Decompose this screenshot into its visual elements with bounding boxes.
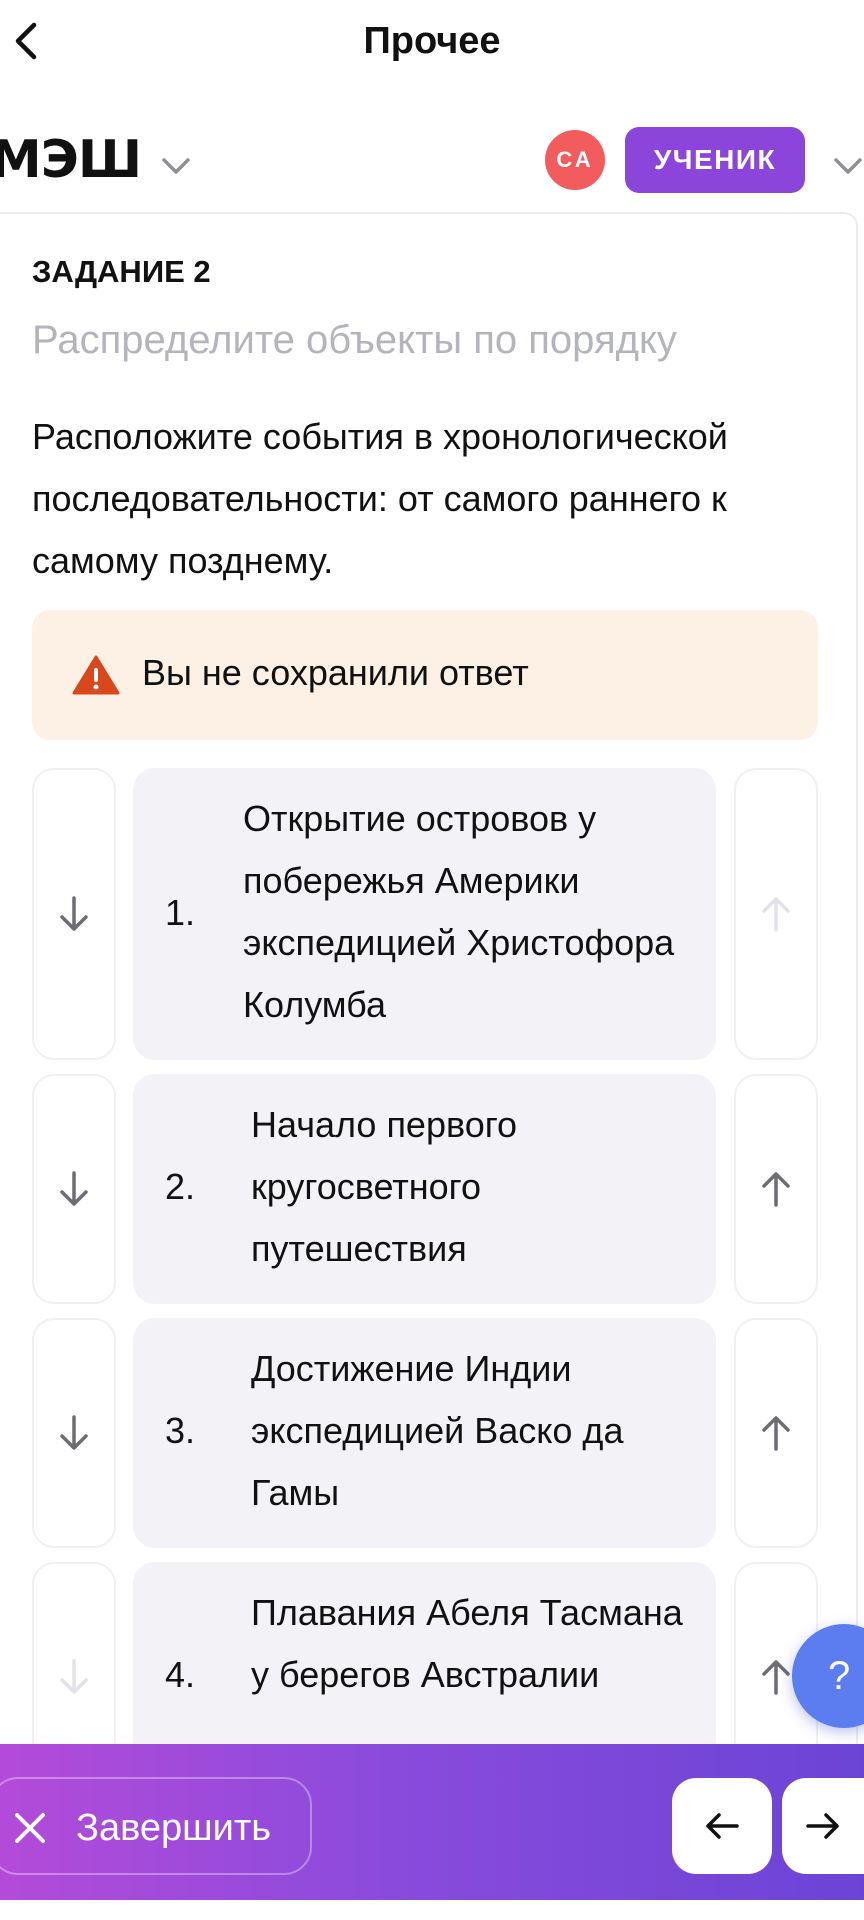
move-up-button[interactable] (734, 768, 818, 1060)
item-number: 3. (165, 1410, 196, 1451)
finish-label: Завершить (76, 1807, 272, 1849)
arrow-up-icon (762, 1172, 790, 1207)
arrow-right-icon (806, 1813, 839, 1839)
logo[interactable]: МЭШ (0, 130, 142, 190)
app-header: МЭШ СА УЧЕНИК (0, 110, 864, 210)
close-icon (15, 1813, 45, 1843)
arrow-down-icon (60, 1171, 88, 1206)
item-number: 4. (165, 1654, 196, 1695)
unsaved-warning: Вы не сохранили ответ (32, 610, 818, 740)
chevron-down-icon[interactable] (832, 154, 864, 178)
previous-button[interactable] (672, 1778, 772, 1874)
arrow-up-icon (762, 1416, 790, 1451)
arrow-down-icon (60, 896, 88, 931)
arrow-up-icon (762, 1660, 790, 1695)
task-card: ЗАДАНИЕ 2 Распределите объекты по порядк… (0, 212, 858, 1792)
move-up-button[interactable] (734, 1318, 818, 1548)
arrow-down-icon (60, 1415, 88, 1450)
bottom-action-bar: Завершить (0, 1744, 864, 1900)
arrow-left-icon (706, 1813, 739, 1839)
item-text: Плавания Абеля Тасмана у берегов Австрал… (251, 1592, 683, 1695)
item-text: Начало первого кругосветного путешествия (251, 1104, 518, 1269)
item-number: 1. (165, 892, 196, 933)
item-text: Достижение Индии экспедицией Васко да Га… (251, 1348, 624, 1513)
move-down-button[interactable] (32, 768, 116, 1060)
task-question: Расположите события в хронологической по… (32, 416, 728, 581)
task-subtitle: Распределите объекты по порядку (32, 318, 677, 362)
next-button[interactable] (782, 1778, 864, 1874)
move-up-button[interactable] (734, 1074, 818, 1304)
list-item[interactable]: 3. Достижение Индии экспедицией Васко да… (133, 1318, 716, 1548)
list-item[interactable]: 1. Открытие островов у побережья Америки… (133, 768, 716, 1060)
item-text: Открытие островов у побережья Америки эк… (243, 798, 675, 1025)
arrow-down-icon (60, 1659, 88, 1694)
warning-triangle-icon (72, 655, 120, 695)
task-number-label: ЗАДАНИЕ 2 (32, 254, 211, 289)
item-number: 2. (165, 1166, 196, 1207)
chevron-down-icon[interactable] (160, 154, 192, 178)
role-badge[interactable]: УЧЕНИК (625, 127, 805, 193)
move-down-button[interactable] (32, 1318, 116, 1548)
top-nav-bar: Прочее (0, 0, 864, 86)
move-down-button[interactable] (32, 1074, 116, 1304)
finish-button[interactable]: Завершить (0, 1777, 312, 1875)
avatar[interactable]: СА (545, 130, 605, 190)
arrow-up-icon (762, 897, 790, 932)
list-item[interactable]: 2. Начало первого кругосветного путешест… (133, 1074, 716, 1304)
page-title: Прочее (363, 20, 501, 62)
warning-text: Вы не сохранили ответ (142, 652, 529, 693)
